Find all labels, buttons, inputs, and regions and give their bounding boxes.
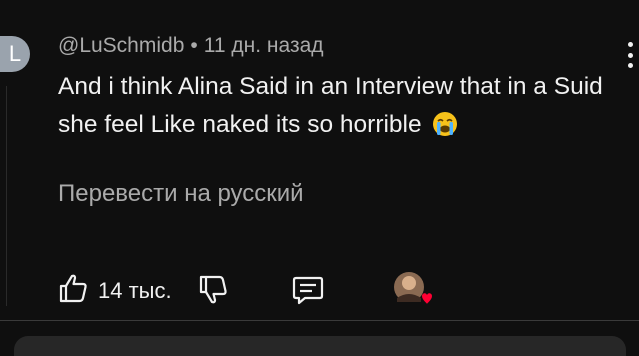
comment-text-container: And i think Alina Said in an Interview t… [58,68,628,144]
thumb-up-icon[interactable] [58,272,88,304]
more-vert-icon[interactable] [623,42,637,68]
like-count: 14 тыс. [98,278,172,303]
comment-text: And i think Alina Said in an Interview t… [58,73,603,138]
creator-heart-icon [394,272,432,304]
thumb-down-icon[interactable] [198,274,228,306]
avatar-letter: L [8,41,22,66]
avatar[interactable]: L [0,36,30,72]
reply-input-area[interactable] [14,336,626,356]
loudly-crying-face-icon [433,112,458,136]
comment-meta: @LuSchmidb • 11 дн. назад [58,34,324,58]
translate-link[interactable]: Перевести на русский [58,180,304,208]
author-handle[interactable]: @LuSchmidb [58,34,184,57]
thread-line [6,86,7,306]
meta-separator: • [190,34,198,57]
comment-time: 11 дн. назад [203,34,324,57]
reply-comment-icon[interactable] [291,274,325,306]
